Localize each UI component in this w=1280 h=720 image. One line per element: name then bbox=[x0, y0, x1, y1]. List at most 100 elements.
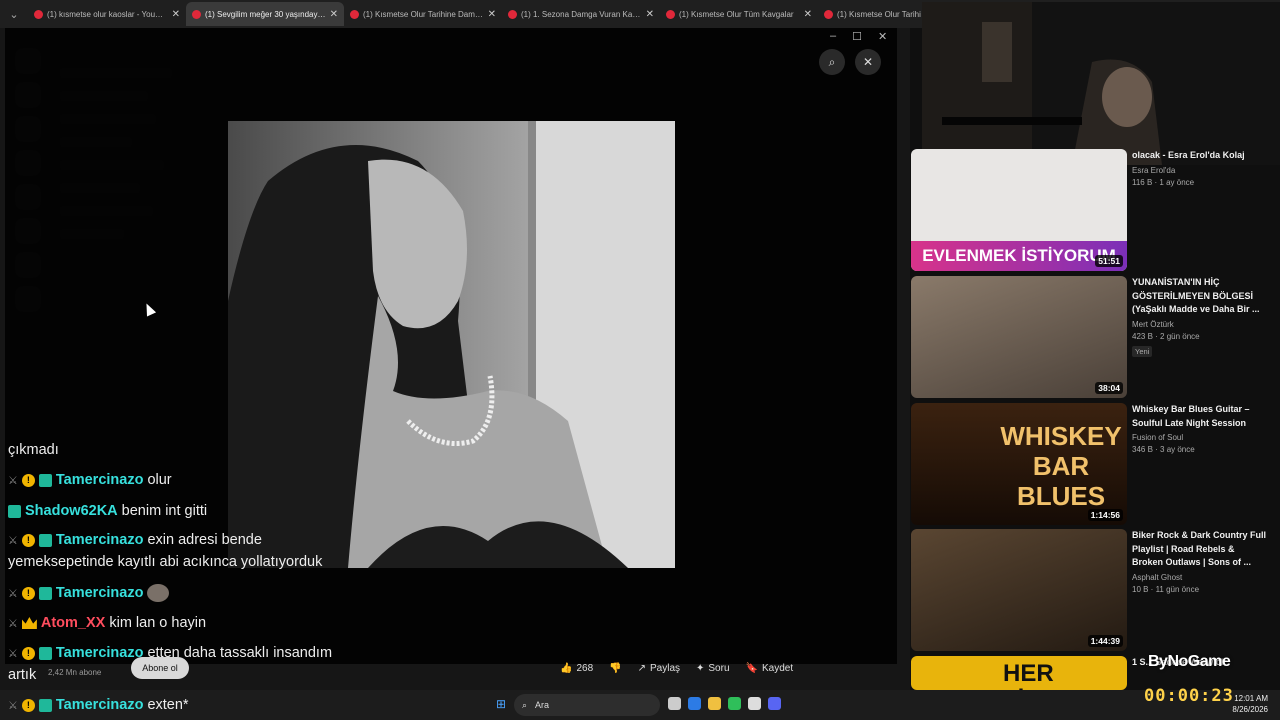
sword-icon: ⚔ bbox=[8, 699, 18, 712]
video-title[interactable]: Whiskey Bar Blues Guitar – Soulful Late … bbox=[1132, 403, 1267, 430]
chat-line: ⚔ Atom_XX kim lan o hayin bbox=[8, 615, 207, 631]
close-icon: ✕ bbox=[862, 55, 874, 69]
like-button[interactable]: 👍 268 bbox=[560, 663, 593, 674]
youtube-icon bbox=[508, 9, 517, 19]
video-title[interactable]: olacak - Esra Erol'da Kolaj bbox=[1132, 149, 1267, 163]
sub-badge-icon bbox=[38, 533, 52, 547]
video-channel[interactable]: Asphalt Ghost bbox=[1132, 573, 1267, 582]
maximize-icon[interactable]: ☐ bbox=[852, 30, 862, 43]
sword-icon: ⚔ bbox=[8, 647, 18, 660]
sword-icon: ⚔ bbox=[8, 534, 18, 547]
video-title[interactable]: YUNANİSTAN'IN HİÇ GÖSTERİLMEYEN BÖLGESİ … bbox=[1132, 276, 1267, 317]
video-channel[interactable]: Fusion of Soul bbox=[1132, 433, 1267, 442]
chat-line: yemeksepetinde kayıtlı abi acıkınca yoll… bbox=[8, 554, 323, 570]
video-action-bar: 👍 268 👎 ↗ Paylaş ✦ Soru 🔖 Kaydet bbox=[560, 657, 793, 679]
webcam-image bbox=[922, 2, 1280, 165]
portrait-image bbox=[228, 121, 675, 568]
tab-1[interactable]: (1) Sevgilim meğer 30 yaşındaymış ✕ bbox=[186, 2, 344, 26]
video-stats: 423 B · 2 gün önce bbox=[1132, 331, 1200, 341]
save-button[interactable]: 🔖 Kaydet bbox=[746, 663, 794, 674]
webcam-feed bbox=[922, 2, 1280, 165]
badge-icon: ! bbox=[21, 646, 35, 660]
streamer-watermark: ByNoGame bbox=[1148, 653, 1231, 670]
discord-icon[interactable] bbox=[768, 697, 781, 710]
close-window-icon[interactable]: ✕ bbox=[878, 30, 887, 43]
sub-badge-icon bbox=[38, 646, 52, 660]
zoom-icon: ⌕ bbox=[828, 54, 836, 69]
badge-icon: ! bbox=[21, 473, 35, 487]
spotify-icon[interactable] bbox=[728, 697, 741, 710]
video-channel[interactable]: Esra Erol'da bbox=[1132, 166, 1267, 175]
taskbar-search[interactable]: ⌕ Ara bbox=[514, 694, 660, 716]
video-thumbnail[interactable]: EVLENMEK İSTİYORUM 51:51 bbox=[911, 149, 1127, 271]
badge-icon: ! bbox=[21, 586, 35, 600]
close-icon[interactable]: ✕ bbox=[804, 9, 812, 20]
sword-icon: ⚔ bbox=[8, 474, 18, 487]
tab-menu-icon[interactable]: ⌄ bbox=[0, 0, 28, 28]
search-icon: ⌕ bbox=[522, 699, 528, 710]
close-icon[interactable]: ✕ bbox=[330, 9, 338, 20]
chat-line: ⚔! Tamercinazo olur bbox=[8, 472, 172, 488]
recommended-video[interactable]: EVLENMEK İSTİYORUM 51:51 olacak - Esra E… bbox=[911, 149, 1269, 271]
recommended-video[interactable]: 1:44:39 Biker Rock & Dark Country Full P… bbox=[911, 529, 1269, 651]
zoom-button[interactable]: ⌕ bbox=[819, 49, 845, 75]
video-channel[interactable]: Mert Öztürk bbox=[1132, 320, 1267, 329]
chat-line: ⚔! Tamercinazo bbox=[8, 584, 170, 602]
viewed-photo bbox=[228, 121, 675, 568]
close-icon[interactable]: ✕ bbox=[172, 9, 180, 20]
folder-icon[interactable] bbox=[708, 697, 721, 710]
tab-3[interactable]: (1) 1. Sezona Damga Vuran Kavga ✕ bbox=[502, 2, 660, 26]
sub-badge-icon bbox=[38, 473, 52, 487]
crown-icon bbox=[21, 617, 37, 629]
system-clock: 12:01 AM 8/26/2026 bbox=[1232, 694, 1268, 714]
edge-icon[interactable] bbox=[688, 697, 701, 710]
sub-badge-icon bbox=[38, 698, 52, 712]
chat-line: ⚔! Tamercinazo exin adresi bende bbox=[8, 532, 262, 548]
badge-icon: ! bbox=[21, 698, 35, 712]
bookmark-icon: 🔖 bbox=[745, 662, 758, 674]
subscribe-button[interactable]: Abone ol bbox=[131, 657, 189, 679]
video-stats: 10 B · 11 gün önce bbox=[1132, 584, 1200, 594]
thumbs-down-icon: 👎 bbox=[609, 662, 622, 674]
close-icon[interactable]: ✕ bbox=[646, 9, 654, 20]
dislike-button[interactable]: 👎 bbox=[609, 663, 621, 674]
close-viewer-button[interactable]: ✕ bbox=[855, 49, 881, 75]
app-icon[interactable] bbox=[748, 697, 761, 710]
video-thumbnail[interactable]: 1:44:39 bbox=[911, 529, 1127, 651]
youtube-icon bbox=[192, 9, 201, 19]
subscriber-count: 2,42 Mn abone bbox=[48, 668, 102, 677]
video-stats: 116 B · 1 ay önce bbox=[1132, 177, 1195, 187]
badge-icon: ! bbox=[21, 533, 35, 547]
video-thumbnail[interactable]: HER LİGDE bbox=[911, 656, 1127, 690]
close-icon[interactable]: ✕ bbox=[488, 9, 496, 20]
windows-start-icon[interactable]: ⊞ bbox=[496, 697, 506, 711]
share-button[interactable]: ↗ Paylaş bbox=[638, 663, 680, 674]
new-badge: Yeni bbox=[1132, 345, 1153, 357]
window-controls: – ☐ ✕ bbox=[830, 30, 887, 43]
share-icon: ↗ bbox=[637, 662, 646, 674]
chat-line: çıkmadı bbox=[8, 442, 59, 458]
video-thumbnail[interactable]: 38:04 bbox=[911, 276, 1127, 398]
sword-icon: ⚔ bbox=[8, 617, 18, 630]
minimize-icon[interactable]: – bbox=[830, 30, 836, 43]
recommended-video[interactable]: WHISKEY BAR BLUES 1:14:56 Whiskey Bar Bl… bbox=[911, 403, 1269, 525]
chat-line: artık bbox=[8, 667, 37, 683]
sword-icon: ⚔ bbox=[8, 587, 18, 600]
sub-badge-icon bbox=[8, 504, 21, 518]
video-title[interactable]: Biker Rock & Dark Country Full Playlist … bbox=[1132, 529, 1267, 570]
chat-line: Shadow62KA benim int gitti bbox=[8, 503, 207, 519]
emote-image bbox=[147, 584, 170, 602]
ask-button[interactable]: ✦ Soru bbox=[696, 663, 730, 674]
taskview-icon[interactable] bbox=[668, 697, 681, 710]
stream-timer: 00:00:23 bbox=[1144, 686, 1234, 706]
sub-badge-icon bbox=[38, 586, 52, 600]
youtube-icon bbox=[666, 9, 675, 19]
video-thumbnail[interactable]: WHISKEY BAR BLUES 1:14:56 bbox=[911, 403, 1127, 525]
sparkle-icon: ✦ bbox=[696, 662, 705, 674]
recommended-video[interactable]: 38:04 YUNANİSTAN'IN HİÇ GÖSTERİLMEYEN BÖ… bbox=[911, 276, 1269, 398]
tab-4[interactable]: (1) Kısmetse Olur Tüm Kavgalar ✕ bbox=[660, 2, 818, 26]
video-stats: 346 B · 3 ay önce bbox=[1132, 445, 1195, 454]
tab-2[interactable]: (1) Kısmetse Olur Tarihine Damga ✕ bbox=[344, 2, 502, 26]
thumbs-up-icon: 👍 bbox=[560, 662, 573, 674]
tab-0[interactable]: (1) kısmetse olur kaoslar - YouTube ✕ bbox=[28, 2, 186, 26]
